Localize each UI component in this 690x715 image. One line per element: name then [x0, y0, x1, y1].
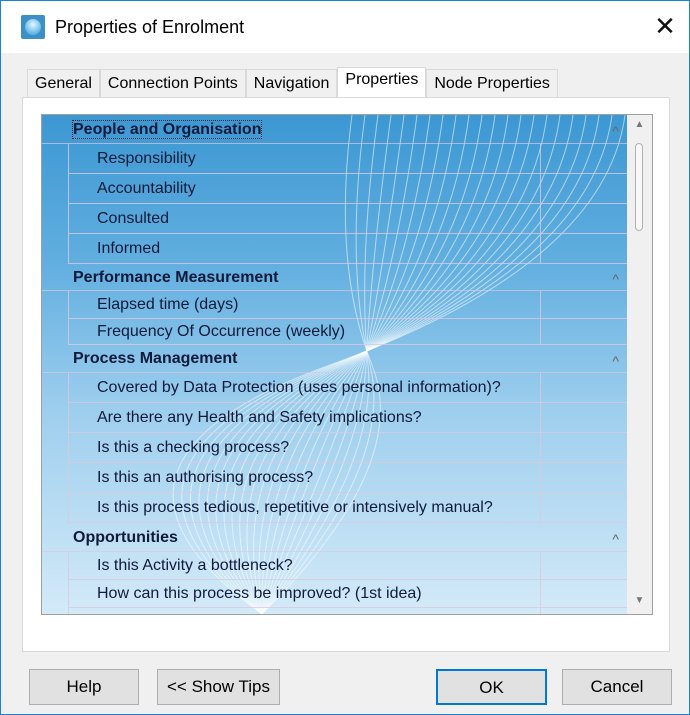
collapse-chevron-icon[interactable]: ^ [612, 117, 619, 146]
property-label: Elapsed time (days) [97, 296, 239, 313]
group-title: Process Management [73, 350, 238, 367]
property-value-cell[interactable] [540, 144, 627, 173]
tab-general[interactable]: General [27, 69, 100, 99]
group-title: Performance Measurement [73, 269, 279, 286]
show-tips-button[interactable]: << Show Tips [157, 669, 280, 705]
property-label: Is this an authorising process? [97, 469, 314, 486]
property-row[interactable]: Is this an authorising process? [68, 463, 627, 493]
property-value-cell[interactable] [540, 234, 627, 263]
tab-bar: General Connection Points Navigation Pro… [27, 67, 558, 99]
property-row[interactable]: Consulted [68, 204, 627, 234]
scrollbar-thumb[interactable] [635, 143, 643, 231]
property-grid-content: People and Organisation ^ Responsibility Ac… [42, 115, 627, 614]
property-value-cell[interactable] [540, 373, 627, 402]
property-label: Is this process tedious, repetitive or i… [97, 499, 493, 516]
property-label: Are there any Health and Safety implicat… [97, 409, 422, 426]
vertical-scrollbar[interactable]: ▲ ▼ [627, 115, 652, 614]
property-row[interactable]: Are there any Health and Safety implicat… [68, 403, 627, 433]
property-row[interactable]: Frequency Of Occurrence (weekly) [68, 319, 627, 345]
property-label: Consulted [97, 210, 170, 227]
property-row[interactable]: How can this process be improved? (1st i… [68, 580, 627, 608]
property-value-cell[interactable] [540, 608, 627, 614]
app-icon [21, 15, 45, 39]
group-header[interactable]: Process Management ^ [42, 345, 627, 373]
property-value-cell[interactable] [540, 174, 627, 203]
property-label: Is this a checking process? [97, 439, 290, 456]
property-grid: People and Organisation ^ Responsibility Ac… [41, 114, 653, 615]
tab-navigation[interactable]: Navigation [245, 69, 338, 99]
property-label: How can this process be improved? (2nd i… [97, 613, 427, 614]
property-label: Is this Activity a bottleneck? [97, 557, 293, 574]
property-value-cell[interactable] [540, 493, 627, 522]
window-title: Properties of Enrolment [55, 17, 245, 37]
property-label: Informed [97, 240, 161, 257]
scroll-down-icon[interactable]: ▼ [627, 595, 652, 606]
cancel-button[interactable]: Cancel [562, 669, 672, 705]
scroll-up-icon[interactable]: ▲ [627, 119, 652, 130]
property-value-cell[interactable] [540, 291, 627, 318]
tab-node-properties[interactable]: Node Properties [426, 69, 558, 99]
property-value-cell[interactable] [540, 552, 627, 579]
property-row[interactable]: Accountability [68, 174, 627, 204]
collapse-chevron-icon[interactable]: ^ [612, 347, 619, 375]
group-header[interactable]: Performance Measurement ^ [42, 264, 627, 291]
property-label: Frequency Of Occurrence (weekly) [97, 323, 346, 340]
property-label: How can this process be improved? (1st i… [97, 585, 422, 602]
properties-dialog: Properties of Enrolment ✕ General Connec… [0, 0, 690, 715]
collapse-chevron-icon[interactable]: ^ [612, 266, 619, 293]
tab-properties[interactable]: Properties [337, 67, 427, 99]
tab-connection-points[interactable]: Connection Points [99, 69, 246, 99]
property-row[interactable]: Is this Activity a bottleneck? [68, 552, 627, 580]
property-value-cell[interactable] [540, 319, 627, 344]
property-value-cell[interactable] [540, 580, 627, 607]
close-icon[interactable]: ✕ [649, 11, 681, 43]
property-value-cell[interactable] [540, 433, 627, 462]
group-header[interactable]: Opportunities ^ [42, 523, 627, 552]
property-value-cell[interactable] [540, 204, 627, 233]
property-label: Accountability [97, 180, 196, 197]
property-row[interactable]: How can this process be improved? (2nd i… [68, 608, 627, 614]
ok-button[interactable]: OK [436, 669, 547, 705]
property-row[interactable]: Informed [68, 234, 627, 264]
property-value-cell[interactable] [540, 463, 627, 492]
help-button[interactable]: Help [29, 669, 139, 705]
property-label: Covered by Data Protection (uses persona… [97, 379, 501, 396]
collapse-chevron-icon[interactable]: ^ [612, 525, 619, 554]
property-row[interactable]: Responsibility [68, 144, 627, 174]
property-row[interactable]: Is this a checking process? [68, 433, 627, 463]
property-row[interactable]: Covered by Data Protection (uses persona… [68, 373, 627, 403]
group-title: People and Organisation [71, 120, 263, 139]
property-value-cell[interactable] [540, 403, 627, 432]
title-bar: Properties of Enrolment ✕ [1, 1, 689, 53]
group-header[interactable]: People and Organisation ^ [42, 115, 627, 144]
property-row[interactable]: Is this process tedious, repetitive or i… [68, 493, 627, 523]
group-title: Opportunities [73, 529, 178, 546]
property-label: Responsibility [97, 150, 196, 167]
property-row[interactable]: Elapsed time (days) [68, 291, 627, 319]
